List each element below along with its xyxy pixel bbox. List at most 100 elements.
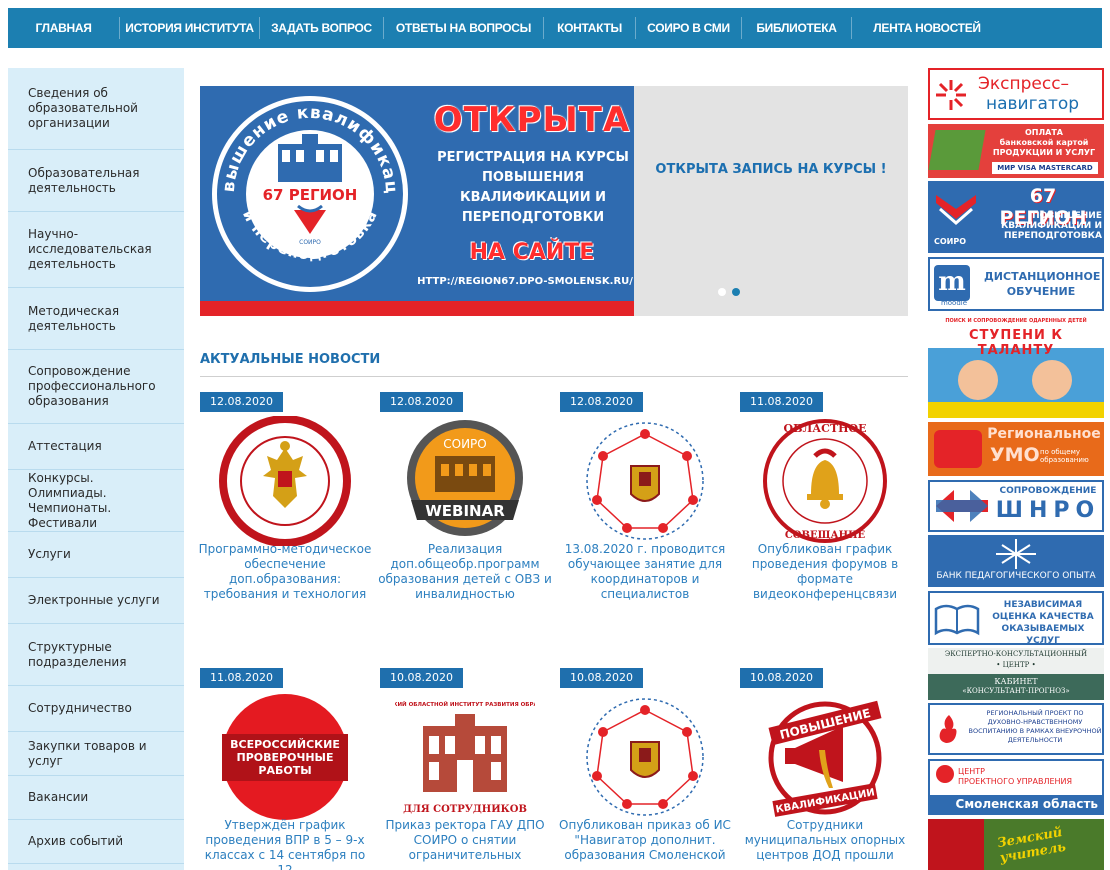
slider-dot-2[interactable] <box>732 288 740 296</box>
card-image-icon <box>928 130 986 170</box>
sidebar-item-e-services[interactable]: Электронные услуги <box>8 578 184 624</box>
nav-answers[interactable]: Ответы на вопросы <box>384 17 544 39</box>
sidebar-item-cooperation[interactable]: Сотрудничество <box>8 686 184 732</box>
express-line2: навигатор <box>986 94 1080 114</box>
coat-of-arms-icon <box>928 819 984 870</box>
news-date: 11.08.2020 <box>200 668 283 688</box>
nav-ask-question[interactable]: Задать вопрос <box>260 17 384 39</box>
sidebar-item-services[interactable]: Услуги <box>8 532 184 578</box>
expert-consulting-banner[interactable]: ЭКСПЕРТНО-КОНСУЛЬТАЦИОННЫЙ • ЦЕНТР • КАБ… <box>928 648 1104 700</box>
nav-home[interactable]: Главная <box>8 17 120 39</box>
all-russian-event-emblem-icon[interactable] <box>215 416 355 546</box>
sidebar-item-archive[interactable]: Архив событий <box>8 820 184 864</box>
sidebar-item-research[interactable]: Научно-исследовательская деятельность <box>8 212 184 288</box>
zemsky-text: Земский учитель <box>996 825 1068 866</box>
sidebar-item-procurement[interactable]: Закупки товаров и услуг <box>8 732 184 776</box>
slide-registration[interactable]: Повышение квалификации и переподготовка … <box>200 86 634 301</box>
top-navigation: Главная История института Задать вопрос … <box>8 8 1102 48</box>
sidebar-item-org-info[interactable]: Сведения об образовательной организации <box>8 68 184 150</box>
distance-text: ДИСТАНЦИОННОЕ ОБУЧЕНИЕ <box>984 270 1101 298</box>
nav-library[interactable]: Библиотека <box>742 17 852 39</box>
news-title[interactable]: Программно-методическое обеспечение доп.… <box>196 542 374 602</box>
books-icon <box>934 430 982 468</box>
news-title[interactable]: Сотрудники муниципальных опорных центров… <box>736 818 914 863</box>
news-card: 12.08.2020 13.08.2020 г. проводится обуч… <box>560 392 730 622</box>
moodle-icon: m <box>934 265 970 301</box>
staff-building-icon[interactable]: СМОЛЕНСКИЙ ОБЛАСТНОЙ ИНСТИТУТ РАЗВИТИЯ О… <box>395 692 535 822</box>
sidebar-item-education[interactable]: Образовательная деятельность <box>8 150 184 212</box>
webinar-bottom-label: WEBINAR <box>425 502 505 520</box>
news-title[interactable]: Реализация доп.общеобр.программ образова… <box>376 542 554 602</box>
slide-enrollment-text[interactable]: ОТКРЫТА ЗАПИСЬ НА КУРСЫ ! <box>634 160 908 180</box>
sidebar-item-prof-support[interactable]: Сопровождение профессионального образова… <box>8 350 184 424</box>
child-face-icon <box>1032 360 1072 400</box>
project-line2: ПРОЕКТНОГО УПРАВЛЕНИЯ <box>958 777 1073 786</box>
news-card: 12.08.2020 Программно-методическое обесп… <box>199 392 371 622</box>
news-title[interactable]: Опубликован график проведения форумов в … <box>736 542 914 602</box>
expert-line3: КАБИНЕТ <box>994 677 1038 686</box>
building-top-label: СМОЛЕНСКИЙ ОБЛАСТНОЙ ИНСТИТУТ РАЗВИТИЯ О… <box>395 700 535 708</box>
news-date: 12.08.2020 <box>560 392 643 412</box>
express-line1: Экспресс– <box>978 74 1070 94</box>
slide-url[interactable]: HTTP://REGION67.DPO-SMOLENSK.RU/ <box>414 276 634 287</box>
news-title[interactable]: Опубликован приказ об ИС "Навигатор допо… <box>556 818 734 863</box>
sidebar-item-vacancies[interactable]: Вакансии <box>8 776 184 820</box>
talent-steps-banner[interactable]: ПОИСК И СОПРОВОЖДЕНИЕ ОДАРЕННЫХ ДЕТЕЙ СТ… <box>928 316 1104 418</box>
soiro-webinar-icon[interactable]: СОИРО WEBINAR <box>395 416 535 546</box>
quality-text: НЕЗАВИСИМАЯ ОЦЕНКА КАЧЕСТВА ОКАЗЫВАЕМЫХ … <box>992 600 1094 645</box>
news-date: 10.08.2020 <box>560 668 643 688</box>
sidebar-item-methodical[interactable]: Методическая деятельность <box>8 288 184 350</box>
sidebar-item-attestation[interactable]: Аттестация <box>8 424 184 470</box>
region67-text: ПОВЫШЕНИЕ КВАЛИФИКАЦИИ И ПЕРЕПОДГОТОВКА <box>1000 211 1102 241</box>
snowflake-icon <box>996 539 1036 569</box>
shnro-support-banner[interactable]: СОПРОВОЖДЕНИЕ ШНРО <box>928 480 1104 532</box>
express-navigator-banner[interactable]: Экспресс– навигатор <box>928 68 1104 120</box>
nav-history[interactable]: История института <box>120 17 260 39</box>
apple-icon <box>936 765 954 783</box>
project-management-banner[interactable]: ЦЕНТР ПРОЕКТНОГО УПРАВЛЕНИЯ Смоленская о… <box>928 759 1104 815</box>
region67-small: СОИРО <box>934 237 967 246</box>
regional-umo-banner[interactable]: Региональное УМО по общему образованию <box>928 422 1104 476</box>
spiritual-text: РЕГИОНАЛЬНЫЙ ПРОЕКТ ПО ДУХОВНО-НРАВСТВЕН… <box>968 709 1102 744</box>
priority-project-emblem-icon[interactable] <box>575 692 715 822</box>
seal-region-text: 67 РЕГИОН <box>263 186 358 204</box>
distance-learning-banner[interactable]: m moodle ДИСТАНЦИОННОЕ ОБУЧЕНИЕ <box>928 257 1104 311</box>
shnro-logo-icon <box>936 490 988 522</box>
sidebar-item-departments[interactable]: Структурные подразделения <box>8 624 184 686</box>
zemsky-teacher-banner[interactable]: Земский учитель <box>928 819 1104 870</box>
emblem-bottom-label: СОВЕЩАНИЕ <box>785 530 866 541</box>
news-card: 11.08.2020 ВСЕРОССИЙСКИЕ ПРОВЕРОЧНЫЕ РАБ… <box>200 668 370 870</box>
news-card: 12.08.2020 СОИРО WEBINAR Реализация доп.… <box>378 392 552 622</box>
slide-registration-text: РЕГИСТРАЦИЯ НА КУРСЫ ПОВЫШЕНИЯ КВАЛИФИКА… <box>437 150 629 225</box>
talent-title: СТУПЕНИ К ТАЛАНТУ <box>968 328 1064 358</box>
slider-dot-1[interactable] <box>718 288 726 296</box>
nav-contacts[interactable]: Контакты <box>544 17 636 39</box>
sidebar-item-contests[interactable]: Конкурсы. Олимпиады. Чемпионаты. Фестива… <box>8 470 184 532</box>
quality-assessment-banner[interactable]: НЕЗАВИСИМАЯ ОЦЕНКА КАЧЕСТВА ОКАЗЫВАЕМЫХ … <box>928 591 1104 645</box>
news-title[interactable]: 13.08.2020 г. проводится обучающее занят… <box>556 542 734 602</box>
payment-line3: ПРОДУКЦИИ И УСЛУГ <box>992 148 1096 157</box>
region67-banner[interactable]: СОИРО 67 РЕГИОН ПОВЫШЕНИЕ КВАЛИФИКАЦИИ И… <box>928 181 1104 253</box>
news-title[interactable]: Приказ ректора ГАУ ДПО СОИРО о снятии ог… <box>376 818 554 863</box>
pedagogical-bank-banner[interactable]: БАНК ПЕДАГОГИЧЕСКОГО ОПЫТА <box>928 535 1104 587</box>
spiritual-education-banner[interactable]: РЕГИОНАЛЬНЫЙ ПРОЕКТ ПО ДУХОВНО-НРАВСТВЕН… <box>928 703 1104 755</box>
news-date: 12.08.2020 <box>380 392 463 412</box>
priority-project-emblem-icon[interactable] <box>575 416 715 546</box>
soiro-logo-icon <box>936 195 976 225</box>
nav-news-feed[interactable]: Лента новостей <box>852 17 1002 39</box>
payment-banner[interactable]: ОПЛАТА банковской картой ПРОДУКЦИИ И УСЛ… <box>928 124 1104 178</box>
institute-seal-icon: Повышение квалификации и переподготовка … <box>210 94 408 292</box>
news-title[interactable]: Утверждён график проведения ВПР в 5 – 9-… <box>196 818 374 870</box>
vpr-badge-icon[interactable]: ВСЕРОССИЙСКИЕ ПРОВЕРОЧНЫЕ РАБОТЫ <box>215 692 355 822</box>
expert-line1: ЭКСПЕРТНО-КОНСУЛЬТАЦИОННЫЙ <box>944 650 1088 658</box>
news-heading: Актуальные новости <box>200 352 381 367</box>
distance-small: moodle <box>940 299 968 307</box>
talent-small: ПОИСК И СОПРОВОЖДЕНИЕ ОДАРЕННЫХ ДЕТЕЙ <box>945 318 1087 324</box>
august-meeting-emblem-icon[interactable]: ОБЛАСТНОЕ СОВЕЩАНИЕ <box>755 416 895 546</box>
promo-slider[interactable]: Повышение квалификации и переподготовка … <box>200 86 908 316</box>
megaphone-emblem-icon[interactable]: ПОВЫШЕНИЕ КВАЛИФИКАЦИИ <box>755 692 895 822</box>
open-book-icon <box>934 604 980 636</box>
nav-soiro-media[interactable]: СОИРО в СМИ <box>636 17 742 39</box>
slider-dots <box>718 288 740 296</box>
news-date: 10.08.2020 <box>740 668 823 688</box>
